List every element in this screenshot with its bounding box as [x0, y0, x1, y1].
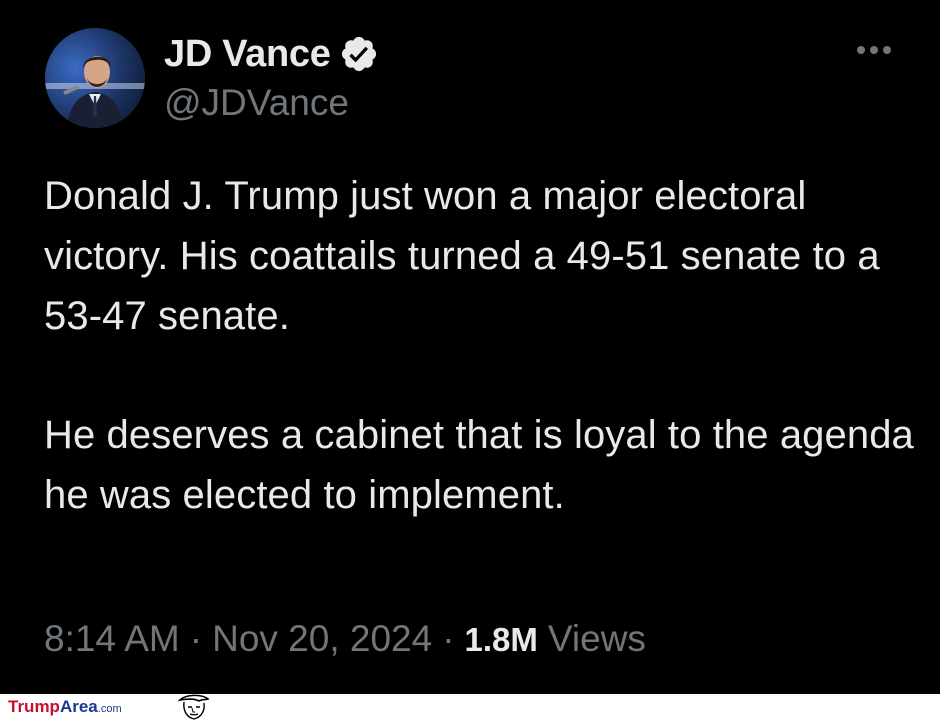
tweet-date[interactable]: Nov 20, 2024 [212, 618, 432, 660]
watermark-part: Area [59, 697, 98, 716]
separator-dot: · [189, 618, 203, 659]
author-avatar[interactable] [45, 28, 145, 128]
tweet-time[interactable]: 8:14 AM [44, 618, 180, 660]
views-count[interactable]: 1.8M [465, 621, 538, 659]
author-name-row: JD Vance [164, 30, 379, 78]
dot-icon [857, 46, 865, 54]
tweet-text: Donald J. Trump just won a major elector… [44, 166, 914, 525]
tweet-paragraph: Donald J. Trump just won a major elector… [44, 174, 880, 338]
tweet-paragraph: He deserves a cabinet that is loyal to t… [44, 413, 914, 517]
verified-badge-icon [339, 34, 379, 74]
watermark-part: Trump [8, 697, 60, 716]
separator-dot: · [442, 618, 455, 659]
dot-icon [870, 46, 878, 54]
dot-icon [883, 46, 891, 54]
watermark-text: TrumpArea.com [8, 697, 122, 717]
watermark-part: .com [97, 703, 122, 715]
views-label: Views [547, 618, 646, 659]
tweet-card: JD Vance @JDVance Donald J. Trump just w… [0, 0, 940, 694]
caricature-icon [177, 694, 210, 720]
watermark-bar: TrumpArea.com [0, 694, 940, 720]
more-options-icon[interactable] [852, 38, 896, 62]
author-handle[interactable]: @JDVance [164, 82, 349, 124]
profile-photo-icon [45, 28, 145, 128]
tweet-metadata: 8:14 AM · Nov 20, 2024 · 1.8M Views [44, 618, 646, 660]
author-display-name[interactable]: JD Vance [164, 33, 331, 76]
